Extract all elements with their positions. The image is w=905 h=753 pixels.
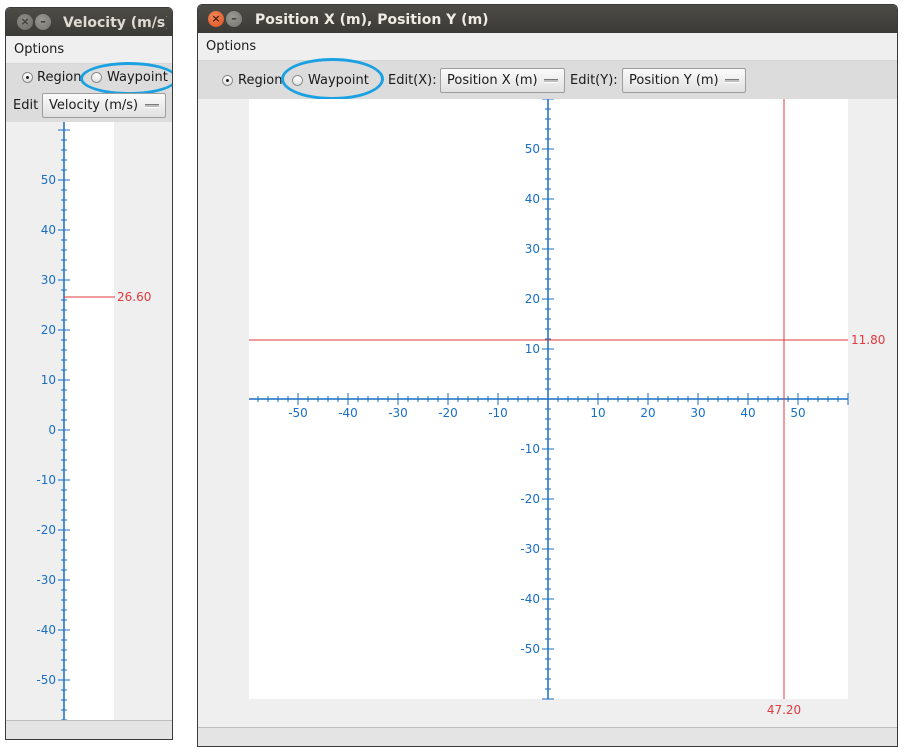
window-title: Position X (m), Position Y (m) <box>255 12 489 28</box>
y-tick-label: 0 <box>48 423 56 437</box>
velocity-menubar: Options <box>6 36 172 64</box>
y-tick-label: 40 <box>525 192 540 206</box>
x-tick-label: -20 <box>438 406 458 420</box>
y-tick-label: 40 <box>41 223 56 237</box>
y-tick-label: 10 <box>525 342 540 356</box>
y-tick-label: -40 <box>36 623 56 637</box>
position-titlebar[interactable]: × – Position X (m), Position Y (m) <box>198 5 897 33</box>
edit-x-dropdown-value: Position X (m) <box>447 73 538 88</box>
edit-y-dropdown[interactable]: Position Y (m) <box>622 68 746 93</box>
y-tick-label: -30 <box>36 573 56 587</box>
x-tick-label: 10 <box>590 406 605 420</box>
minimize-icon[interactable]: – <box>35 14 51 30</box>
y-tick-label: 50 <box>525 142 540 156</box>
options-menu[interactable]: Options <box>203 39 259 54</box>
crosshair-x-label: 47.20 <box>767 703 801 717</box>
y-tick-label: 20 <box>41 323 56 337</box>
waypoint-radio[interactable] <box>292 75 303 86</box>
velocity-plot[interactable]: -50 -40 -30 -20 -10 0 10 20 30 40 50 26.60 <box>6 122 172 720</box>
position-menubar: Options <box>198 33 897 61</box>
y-tick-label: -40 <box>520 592 540 606</box>
velocity-titlebar[interactable]: × – Velocity (m/s) <box>6 8 172 36</box>
dropdown-arrow-icon <box>145 104 159 108</box>
options-menu[interactable]: Options <box>11 42 67 57</box>
x-tick-label: 20 <box>640 406 655 420</box>
region-radio[interactable] <box>222 75 233 86</box>
position-statusbar <box>198 727 897 746</box>
y-tick-label: -50 <box>36 673 56 687</box>
y-tick-label: 20 <box>525 292 540 306</box>
x-tick-label: -50 <box>288 406 308 420</box>
x-tick-label: 50 <box>790 406 805 420</box>
window-title: Velocity (m/s) <box>63 15 167 31</box>
position-plot[interactable]: -50 -40 -30 -20 -10 10 20 30 40 50 -50 -40 -30 -20 -10… <box>198 99 897 727</box>
minimize-icon[interactable]: – <box>226 11 242 27</box>
region-label[interactable]: Region <box>238 73 283 88</box>
x-tick-label: -40 <box>338 406 358 420</box>
close-icon[interactable]: × <box>17 14 33 30</box>
velocity-toolbar: Region Waypoint Edit Velocity (m/s) <box>6 62 172 122</box>
y-tick-label: -50 <box>520 642 540 656</box>
y-tick-label: -10 <box>36 473 56 487</box>
position-window: × – Position X (m), Position Y (m) Optio… <box>197 4 898 747</box>
x-tick-label: -10 <box>488 406 508 420</box>
close-icon[interactable]: × <box>208 11 224 27</box>
velocity-statusbar <box>6 720 172 739</box>
dropdown-arrow-icon <box>544 79 558 83</box>
y-tick-label: 30 <box>41 273 56 287</box>
y-tick-label: 30 <box>525 242 540 256</box>
y-tick-label: 10 <box>41 373 56 387</box>
x-tick-label: -30 <box>388 406 408 420</box>
velocity-marker-label: 26.60 <box>117 290 151 304</box>
crosshair-y-label: 11.80 <box>851 333 885 347</box>
x-tick-label: 30 <box>690 406 705 420</box>
edit-y-label: Edit(Y): <box>570 73 618 88</box>
waypoint-radio[interactable] <box>91 72 102 83</box>
y-tick-label: -20 <box>520 492 540 506</box>
plot-area <box>64 122 114 720</box>
edit-x-dropdown[interactable]: Position X (m) <box>440 68 565 93</box>
y-tick-label: -10 <box>520 442 540 456</box>
y-tick-label: -20 <box>36 523 56 537</box>
y-tick-label: 50 <box>41 173 56 187</box>
waypoint-label[interactable]: Waypoint <box>308 73 369 88</box>
region-label[interactable]: Region <box>37 70 82 85</box>
edit-x-label: Edit(X): <box>388 73 437 88</box>
edit-dropdown-value: Velocity (m/s) <box>49 98 139 113</box>
x-tick-label: 40 <box>740 406 755 420</box>
waypoint-label[interactable]: Waypoint <box>107 70 168 85</box>
region-radio[interactable] <box>22 72 33 83</box>
velocity-window: × – Velocity (m/s) Options Region Waypoi… <box>5 7 173 740</box>
edit-dropdown[interactable]: Velocity (m/s) <box>42 93 166 118</box>
y-tick-label: -30 <box>520 542 540 556</box>
position-toolbar: Region Waypoint Edit(X): Position X (m) … <box>198 58 897 100</box>
edit-y-dropdown-value: Position Y (m) <box>629 73 719 88</box>
dropdown-arrow-icon <box>725 79 739 83</box>
edit-label: Edit <box>13 98 39 113</box>
